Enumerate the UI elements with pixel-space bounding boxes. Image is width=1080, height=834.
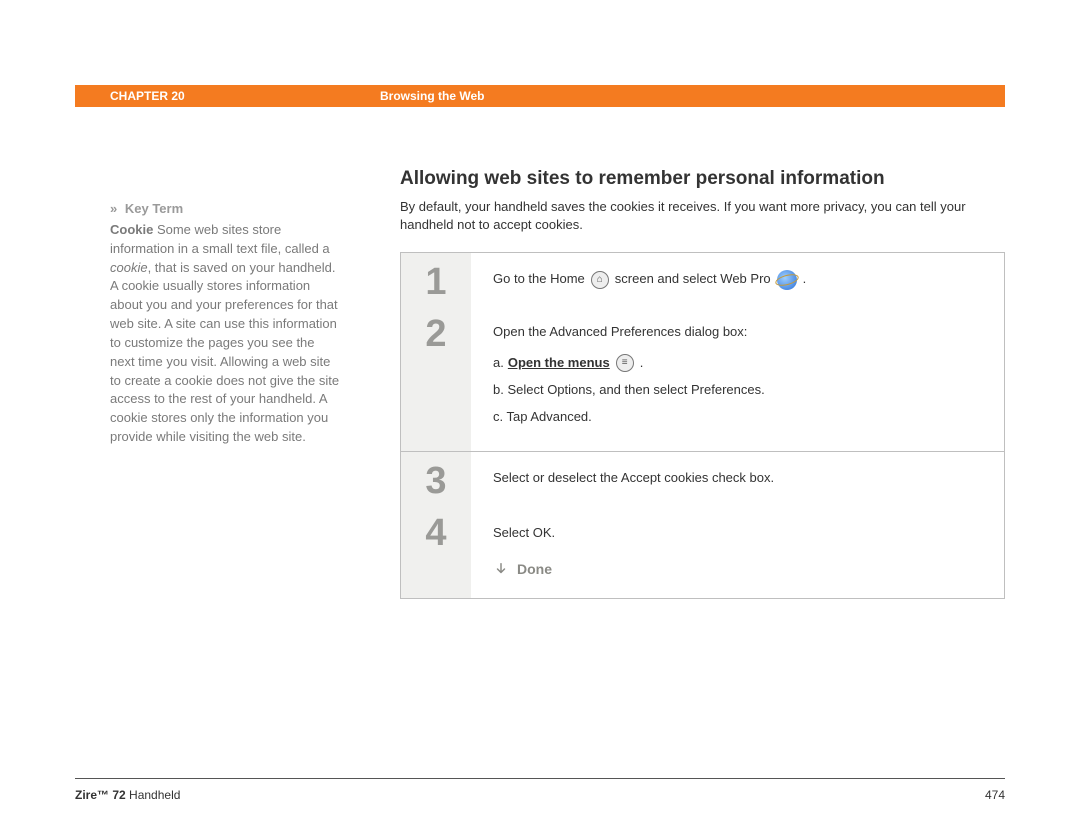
done-arrow-icon [493,561,509,577]
page-number: 474 [985,788,1005,802]
chevron-right-icon: » [110,201,115,216]
steps-box: 1 2 Go to the Home ⌂ screen and select W… [400,252,1005,599]
product-name: Zire™ 72 Handheld [75,788,180,802]
step-1-line: Go to the Home ⌂ screen and select Web P… [493,269,986,290]
step-row-1-2: 1 2 Go to the Home ⌂ screen and select W… [401,253,1004,452]
step-number-col: 1 2 [401,253,471,451]
step-2-sublist: a. Open the menus ≡ . b. Select Options,… [493,353,986,427]
step-number-4: 4 [401,514,471,552]
done-row: Done [493,558,986,580]
step-2a-prefix: a. [493,353,504,374]
step-2b: b. Select Options, and then select Prefe… [493,380,986,401]
keyterm-term: Cookie [110,222,153,237]
chapter-label: CHAPTER 20 [75,89,380,103]
keyterm-italic: cookie [110,260,148,275]
home-icon: ⌂ [591,271,609,289]
open-menus-link[interactable]: Open the menus [508,353,610,374]
product-rest: Handheld [126,788,181,802]
step-1-text-a: Go to the Home [493,269,585,290]
step-number-1: 1 [401,263,471,301]
step-4-text: Select OK. [493,523,986,544]
step-1-text-c: . [803,269,807,290]
step-2-intro: Open the Advanced Preferences dialog box… [493,322,986,343]
keyterm-header: » Key Term [110,200,340,219]
header-bar: CHAPTER 20 Browsing the Web [75,85,1005,107]
intro-text: By default, your handheld saves the cook… [400,198,1005,234]
footer-divider [75,778,1005,779]
step-2a: a. Open the menus ≡ . [493,353,986,374]
step-number-3: 3 [401,462,471,500]
done-label: Done [517,558,552,580]
footer: Zire™ 72 Handheld 474 [75,788,1005,802]
step-number-col-2: 3 4 [401,452,471,598]
keyterm-body: Cookie Some web sites store information … [110,221,340,447]
menu-icon: ≡ [616,354,634,372]
section-title: Browsing the Web [380,89,484,103]
step-body-3-4: Select or deselect the Accept cookies ch… [471,452,1004,598]
step-2a-suffix: . [640,353,644,374]
step-row-3-4: 3 4 Select or deselect the Accept cookie… [401,452,1004,598]
main-content: Allowing web sites to remember personal … [400,168,1005,599]
step-2c: c. Tap Advanced. [493,407,986,428]
keyterm-text-2: , that is saved on your handheld. A cook… [110,260,339,445]
keyterm-label: Key Term [125,201,183,216]
step-3-text: Select or deselect the Accept cookies ch… [493,468,986,489]
step-1-text-b: screen and select Web Pro [615,269,771,290]
sidebar-keyterm: » Key Term Cookie Some web sites store i… [110,200,340,447]
page-heading: Allowing web sites to remember personal … [400,168,1005,190]
globe-icon [777,270,797,290]
step-body-1-2: Go to the Home ⌂ screen and select Web P… [471,253,1004,451]
step-number-2: 2 [401,315,471,353]
product-bold: Zire™ 72 [75,788,126,802]
